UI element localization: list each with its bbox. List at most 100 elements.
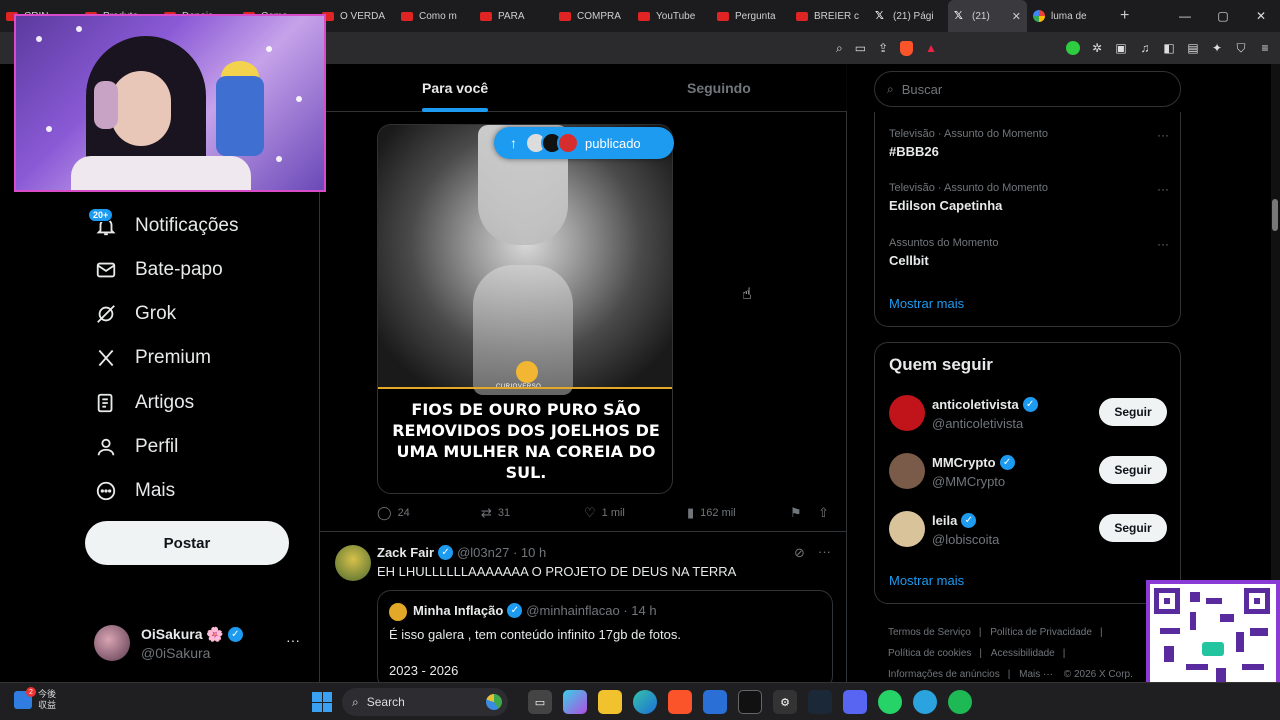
close-tab-icon[interactable]: ✕ [1012, 10, 1021, 23]
wallet-icon[interactable]: ▤ [1186, 41, 1200, 55]
browser-tab[interactable]: YouTube [632, 0, 711, 32]
screenshot-icon[interactable]: ▣ [1114, 41, 1128, 55]
trend-item[interactable]: Televisão · Assunto do Momento Edilson C… [889, 182, 1169, 222]
scrollbar-thumb[interactable] [1272, 199, 1278, 231]
post-more-icon[interactable]: ··· [818, 544, 831, 559]
reply-button[interactable]: ◯ 24 [377, 505, 410, 521]
suggestion-name-row: MMCrypto ✓ [932, 455, 1015, 470]
footer-link[interactable]: Política de cookies [888, 648, 971, 659]
search-box[interactable]: ⌕ [874, 71, 1181, 107]
close-button[interactable]: ✕ [1242, 0, 1280, 32]
repost-count: 31 [497, 507, 511, 519]
start-button[interactable] [312, 692, 332, 712]
taskbar-search[interactable]: ⌕ Search [342, 688, 508, 716]
follow-suggestion[interactable]: MMCrypto ✓ @MMCrypto Seguir [889, 453, 1169, 493]
menu-icon[interactable]: ≡ [1258, 41, 1272, 55]
like-button[interactable]: ♡ 1 mil [584, 505, 625, 521]
capcut-icon[interactable] [738, 690, 762, 714]
quoted-post[interactable]: Minha Inflação ✓ @minhainflacao · 14 h É… [377, 590, 833, 690]
new-posts-pill[interactable]: ↑ publicado [494, 127, 674, 159]
browser-tab[interactable]: O VERDA [316, 0, 395, 32]
account-more-icon[interactable]: ··· [286, 632, 300, 648]
account-switcher[interactable]: OiSakura 🌸 ✓ @0iSakura ··· [94, 620, 314, 664]
grok-icon[interactable]: ⊘ [794, 545, 805, 561]
browser-tab[interactable]: BREIER c [790, 0, 869, 32]
footer-link[interactable]: Termos de Serviço [888, 627, 971, 638]
sidebar-item-more[interactable]: Mais [94, 471, 175, 511]
post-media[interactable]: CURIOVERSO FIOS DE OURO PURO SÃO REMOVID… [377, 124, 673, 494]
minimize-button[interactable]: — [1166, 0, 1204, 32]
browser-tab[interactable]: 𝕏 (21) Pági [869, 0, 948, 32]
trend-more-icon[interactable]: ··· [1157, 237, 1169, 251]
whatsapp-icon[interactable] [878, 690, 902, 714]
bookmark-button[interactable]: ⚑ [790, 505, 802, 521]
follow-button[interactable]: Seguir [1099, 398, 1167, 426]
sidebar-item-premium[interactable]: Premium [94, 338, 211, 378]
extension-dot-icon[interactable] [1066, 41, 1080, 55]
trend-item[interactable]: Assuntos do Momento Cellbit ··· [889, 237, 1169, 277]
cast-icon[interactable]: ▭ [855, 41, 866, 55]
sidebar-item-articles[interactable]: Artigos [94, 383, 194, 423]
repost-button[interactable]: ⇄ 31 [481, 505, 510, 521]
spotify-icon[interactable] [948, 690, 972, 714]
share-icon[interactable]: ⇪ [878, 41, 888, 55]
taskbar-widget[interactable]: 2 今後 収益 [14, 687, 56, 711]
trend-more-icon[interactable]: ··· [1157, 182, 1169, 196]
brave-icon[interactable] [668, 690, 692, 714]
footer-link[interactable]: Mais ··· [1019, 669, 1053, 680]
trends-show-more-link[interactable]: Mostrar mais [889, 296, 964, 311]
views-button[interactable]: ▮ 162 mil [687, 505, 736, 521]
footer-link[interactable]: Política de Privacidade [990, 627, 1092, 638]
store-icon[interactable] [703, 690, 727, 714]
zoom-icon[interactable]: ⌕ [836, 41, 843, 56]
leo-icon[interactable]: ✦ [1210, 41, 1224, 55]
rewards-icon[interactable]: ▲ [925, 41, 937, 55]
telegram-icon[interactable] [913, 690, 937, 714]
browser-tab[interactable]: Como m [395, 0, 474, 32]
divider-line [378, 387, 672, 389]
search-input[interactable] [901, 81, 1162, 97]
footer-link[interactable]: Informações de anúncios [888, 669, 1000, 680]
vpn-icon[interactable]: ⛉ [1234, 41, 1248, 55]
footer-link[interactable]: Acessibilidade [991, 648, 1055, 659]
browser-tab[interactable]: PARA [474, 0, 553, 32]
follow-button[interactable]: Seguir [1099, 456, 1167, 484]
music-icon[interactable]: ♫ [1138, 41, 1152, 55]
edge-icon[interactable] [633, 690, 657, 714]
sidebar-icon[interactable]: ◧ [1162, 41, 1176, 55]
sidebar-item-label: Premium [135, 347, 212, 368]
steam-icon[interactable] [808, 690, 832, 714]
follow-button[interactable]: Seguir [1099, 514, 1167, 542]
brave-shield-icon[interactable] [900, 40, 914, 56]
file-explorer-icon[interactable] [598, 690, 622, 714]
browser-tab[interactable]: luma de [1027, 0, 1106, 32]
post[interactable]: Zack Fair ✓ @l03n27 · 10 h ⊘ ··· EH LHUL… [320, 532, 847, 690]
author-name[interactable]: Zack Fair [377, 545, 434, 560]
settings-icon[interactable]: ⚙ [773, 690, 797, 714]
arrow-up-icon: ↑ [510, 135, 517, 151]
extensions-icon[interactable]: ✲ [1090, 41, 1104, 55]
new-tab-button[interactable]: + [1120, 7, 1129, 25]
maximize-button[interactable]: ▢ [1204, 0, 1242, 32]
post-actions: ◯ 24 ⇄ 31 ♡ 1 mil ▮ 162 mil ⚑ ⇧ [377, 505, 837, 521]
sidebar-item-chat[interactable]: Bate-papo [94, 250, 223, 290]
browser-tab[interactable]: 𝕏 (21) ✕ [948, 0, 1027, 32]
sidebar-item-profile[interactable]: Perfil [94, 427, 178, 467]
share-button[interactable]: ⇧ [818, 505, 829, 521]
task-view-icon[interactable]: ▭ [528, 690, 552, 714]
tab-following[interactable]: Seguindo [687, 64, 751, 112]
sidebar-item-grok[interactable]: Grok [94, 294, 176, 334]
avatar[interactable] [335, 545, 371, 581]
follow-suggestion[interactable]: leila ✓ @lobiscoita Seguir [889, 511, 1169, 551]
follow-show-more-link[interactable]: Mostrar mais [889, 573, 964, 588]
tab-for-you[interactable]: Para você [422, 64, 489, 112]
sidebar-item-notifications[interactable]: 20+ Notificações [88, 206, 239, 246]
discord-icon[interactable] [843, 690, 867, 714]
browser-tab[interactable]: COMPRA [553, 0, 632, 32]
trend-item[interactable]: Televisão · Assunto do Momento #BBB26 ··… [889, 128, 1169, 168]
trend-more-icon[interactable]: ··· [1157, 128, 1169, 142]
copilot-icon[interactable] [563, 690, 587, 714]
browser-tab[interactable]: Pergunta [711, 0, 790, 32]
follow-suggestion[interactable]: anticoletivista ✓ @anticoletivista Segui… [889, 395, 1169, 435]
post-button[interactable]: Postar [85, 521, 289, 565]
